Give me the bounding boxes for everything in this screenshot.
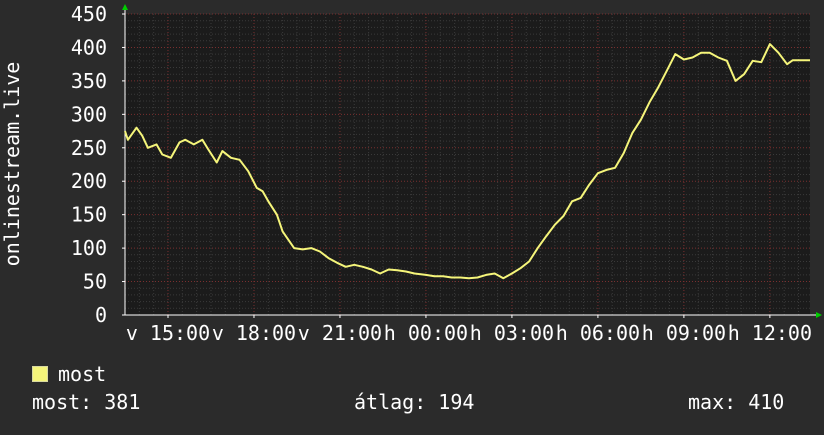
line-chart: 0 50 100 150 200 250 300 350 400 450 v 15:00 v 18:… xyxy=(0,2,822,345)
y-tick-label: 150 xyxy=(71,203,107,227)
y-tick-label: 0 xyxy=(95,303,107,327)
x-tick-labels: v 15:00 v 18:00 v 21:00 h 00:00 h 03:00 h 06:… xyxy=(126,315,812,345)
stat-current: most: 381 xyxy=(32,390,141,414)
y-axis-label: onlinestream.live xyxy=(0,62,24,267)
y-tick-label: 250 xyxy=(71,136,107,160)
plot-area xyxy=(125,14,810,315)
x-tick-label: v 18:00 xyxy=(212,321,296,345)
x-tick-label: h 09:00 xyxy=(642,321,726,345)
y-tick-label: 200 xyxy=(71,169,107,193)
y-tick-label: 50 xyxy=(83,270,107,294)
x-tick-label: h 12:00 xyxy=(728,321,812,345)
chart-container: 0 50 100 150 200 250 300 350 400 450 v 15:00 v 18:… xyxy=(0,0,824,430)
y-tick-label: 450 xyxy=(71,2,107,26)
legend-swatch xyxy=(32,366,48,382)
y-tick-labels: 0 50 100 150 200 250 300 350 400 450 xyxy=(71,2,125,327)
y-axis-arrow-icon xyxy=(122,4,128,10)
stat-average: átlag: 194 xyxy=(354,390,475,414)
y-tick-label: 300 xyxy=(71,102,107,126)
x-tick-label: h 00:00 xyxy=(384,321,468,345)
x-tick-label: h 03:00 xyxy=(470,321,554,345)
y-tick-label: 350 xyxy=(71,69,107,93)
stat-max: max: 410 xyxy=(688,390,785,414)
x-tick-label: v 15:00 xyxy=(126,321,210,345)
y-tick-label: 400 xyxy=(71,35,107,59)
legend: most xyxy=(32,362,106,386)
x-tick-label: h 06:00 xyxy=(556,321,640,345)
x-axis-arrow-icon xyxy=(816,312,822,318)
y-tick-label: 100 xyxy=(71,236,107,260)
x-tick-label: v 21:00 xyxy=(298,321,382,345)
legend-label: most xyxy=(58,362,107,386)
